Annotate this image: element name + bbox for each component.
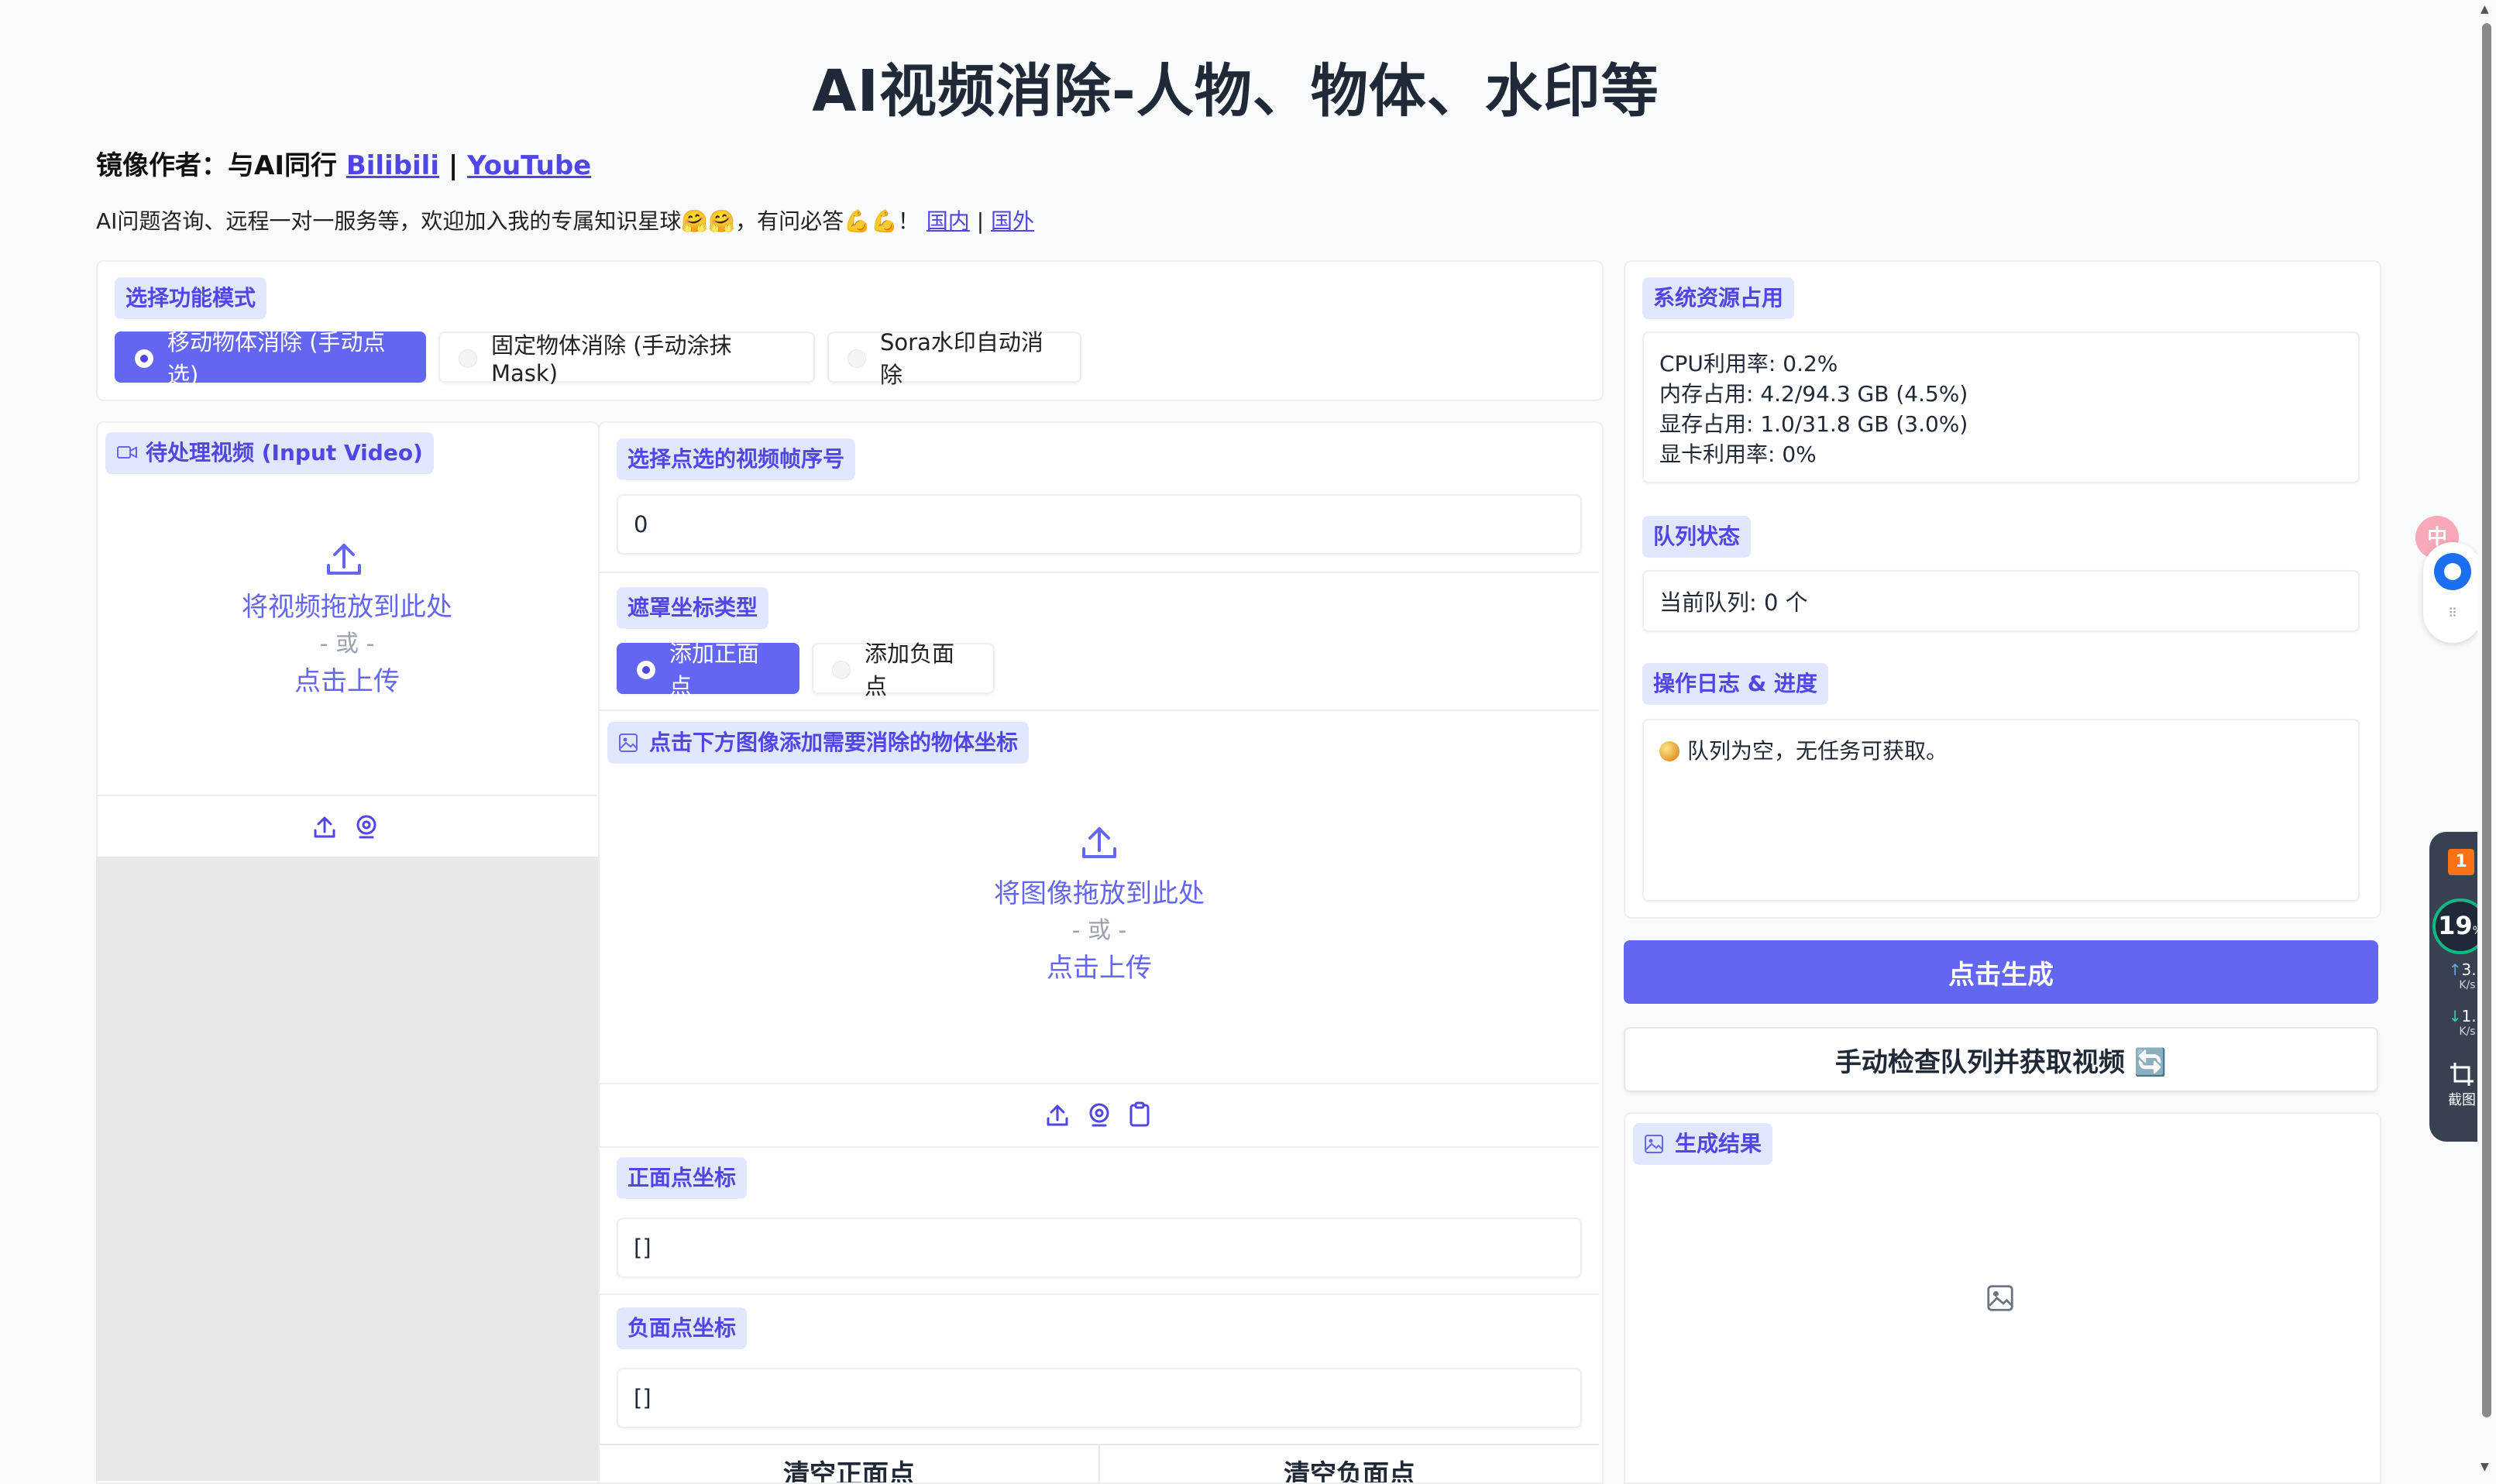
crop-icon <box>2450 1063 2474 1086</box>
promo-line: AI问题咨询、远程一对一服务等，欢迎加入我的专属知识星球🤗🤗，有问必答💪💪！ 国… <box>96 204 1034 235</box>
drop-text: 将视频拖放到此处 <box>242 592 452 623</box>
image-input-label: 点击下方图像添加需要消除的物体坐标 <box>607 722 1030 764</box>
video-dropzone[interactable]: 将视频拖放到此处 - 或 - 点击上传 <box>98 496 596 795</box>
mode-option-label: 移动物体消除 (手动点选) <box>167 329 386 388</box>
upload-icon <box>327 544 361 575</box>
upload-source-icon[interactable] <box>1044 1101 1071 1128</box>
image-dropzone[interactable]: 将图像拖放到此处 - 或 - 点击上传 <box>600 775 1599 1083</box>
up-arrow-icon: ↑ <box>2448 960 2462 979</box>
scrollbar-thumb[interactable] <box>2482 23 2491 1417</box>
divider <box>600 709 1599 711</box>
promo-separator: | <box>969 208 992 234</box>
drop-text: 将图像拖放到此处 <box>994 878 1205 909</box>
mode-option-fixed[interactable]: 固定物体消除 (手动涂抹Mask) <box>438 331 815 386</box>
image-drop-text: 将图像拖放到此处 - 或 - 点击上传 <box>600 875 1599 987</box>
notification-badge[interactable]: 1 <box>2448 849 2474 875</box>
badge-count: 1 <box>2455 852 2467 871</box>
or-text: - 或 - <box>1071 917 1127 944</box>
log-box: 队列为空，无任务可获取。 <box>1642 719 2360 902</box>
radio-dot <box>637 661 655 679</box>
upload-icon <box>1082 827 1116 858</box>
image-icon <box>619 733 638 752</box>
click-upload-text: 点击上传 <box>294 666 400 697</box>
negative-points-field[interactable]: [] <box>617 1368 1582 1428</box>
status-dot-icon <box>1659 741 1679 761</box>
radio-dot <box>847 349 866 368</box>
author-separator: | <box>439 150 468 181</box>
overseas-link[interactable]: 国外 <box>991 208 1034 234</box>
webcam-source-icon[interactable] <box>1086 1101 1112 1128</box>
video-icon <box>117 446 137 459</box>
down-arrow-icon: ↓ <box>2448 1007 2462 1025</box>
mode-option-label: Sora水印自动消除 <box>880 329 1043 388</box>
memory-usage: 内存占用: 4.2/94.3 GB (4.5%) <box>1659 381 1968 407</box>
image-input-label-text: 点击下方图像添加需要消除的物体坐标 <box>649 730 1019 755</box>
assistant-icon-inner <box>2444 563 2461 580</box>
video-preview-area <box>96 857 598 1481</box>
bilibili-link[interactable]: Bilibili <box>346 150 439 181</box>
mode-option-sora[interactable]: Sora水印自动消除 <box>827 329 1081 388</box>
video-drop-text: 将视频拖放到此处 - 或 - 点击上传 <box>98 589 596 700</box>
mask-option-label: 添加正面点 <box>669 641 760 699</box>
floating-assistant[interactable]: ⠿ <box>2423 542 2482 643</box>
divider <box>600 1293 1599 1295</box>
generate-button[interactable]: 点击生成 <box>1624 940 2378 1004</box>
negative-points-label: 负面点坐标 <box>617 1307 748 1349</box>
check-queue-button[interactable]: 手动检查队列并获取视频 🔄 <box>1624 1027 2378 1092</box>
gauge-value: 19 <box>2438 911 2473 940</box>
queue-label: 队列状态 <box>1642 516 1752 558</box>
author-prefix: 镜像作者：与AI同行 <box>96 150 346 181</box>
cpu-usage: CPU利用率: 0.2% <box>1659 351 1838 376</box>
log-text: 队列为空，无任务可获取。 <box>1687 738 1948 764</box>
author-line: 镜像作者：与AI同行 Bilibili | YouTube <box>96 144 591 182</box>
scroll-up-arrow[interactable]: ▲ <box>2481 3 2489 15</box>
frame-label: 选择点选的视频帧序号 <box>617 438 856 480</box>
input-video-label-text: 待处理视频 (Input Video) <box>146 440 423 465</box>
positive-points-label: 正面点坐标 <box>617 1157 748 1199</box>
clear-negative-label: 清空负面点 <box>1284 1459 1415 1482</box>
video-source-bar <box>98 795 596 858</box>
assistant-icon <box>2434 553 2471 590</box>
radio-dot <box>459 349 477 368</box>
system-stats-box: CPU利用率: 0.2% 内存占用: 4.2/94.3 GB (4.5%) 显存… <box>1642 331 2360 483</box>
mask-option-negative[interactable]: 添加负面点 <box>812 641 995 699</box>
radio-dot <box>832 661 851 679</box>
mask-option-label: 添加负面点 <box>865 641 955 699</box>
system-label: 系统资源占用 <box>1642 277 1795 319</box>
scroll-down-arrow[interactable]: ▼ <box>2481 1461 2489 1473</box>
clear-positive-label: 清空正面点 <box>783 1459 915 1482</box>
mask-option-positive[interactable]: 添加正面点 <box>617 641 799 699</box>
webcam-source-icon[interactable] <box>353 813 380 840</box>
clear-negative-button[interactable]: 清空负面点 <box>1100 1444 1599 1482</box>
domestic-link[interactable]: 国内 <box>927 208 970 234</box>
image-icon <box>1645 1135 1663 1153</box>
or-text: - 或 - <box>319 630 375 658</box>
vram-usage: 显存占用: 1.0/31.8 GB (3.0%) <box>1659 411 1968 437</box>
clear-positive-button[interactable]: 清空正面点 <box>600 1444 1100 1482</box>
clipboard-source-icon[interactable] <box>1126 1101 1153 1128</box>
click-upload-text: 点击上传 <box>1047 953 1152 984</box>
radio-dot <box>135 349 153 368</box>
youtube-link[interactable]: YouTube <box>467 150 591 181</box>
upload-source-icon[interactable] <box>311 813 338 840</box>
result-label: 生成结果 <box>1633 1123 1773 1165</box>
mode-option-moving[interactable]: 移动物体消除 (手动点选) <box>115 329 426 388</box>
log-label: 操作日志 & 进度 <box>1642 663 1828 705</box>
page-title: AI视频消除-人物、物体、水印等 <box>812 58 1659 125</box>
divider <box>600 572 1599 573</box>
mask-type-label: 遮罩坐标类型 <box>617 587 769 629</box>
gpu-usage: 显卡利用率: 0% <box>1659 441 1817 467</box>
mode-option-label: 固定物体消除 (手动涂抹Mask) <box>491 332 732 386</box>
image-placeholder-icon <box>1987 1285 2013 1311</box>
promo-text: AI问题咨询、远程一对一服务等，欢迎加入我的专属知识星球🤗🤗，有问必答💪💪！ <box>96 208 927 234</box>
positive-points-field[interactable]: [] <box>617 1218 1582 1278</box>
mode-label: 选择功能模式 <box>115 277 267 319</box>
scrollbar[interactable]: ▲ ▼ <box>2477 0 2496 1481</box>
queue-status-field: 当前队列: 0 个 <box>1642 570 2360 632</box>
frame-index-input[interactable]: 0 <box>617 494 1582 555</box>
drag-handle-icon[interactable]: ⠿ <box>2446 607 2459 620</box>
result-label-text: 生成结果 <box>1675 1131 1762 1156</box>
input-video-label: 待处理视频 (Input Video) <box>105 432 434 474</box>
